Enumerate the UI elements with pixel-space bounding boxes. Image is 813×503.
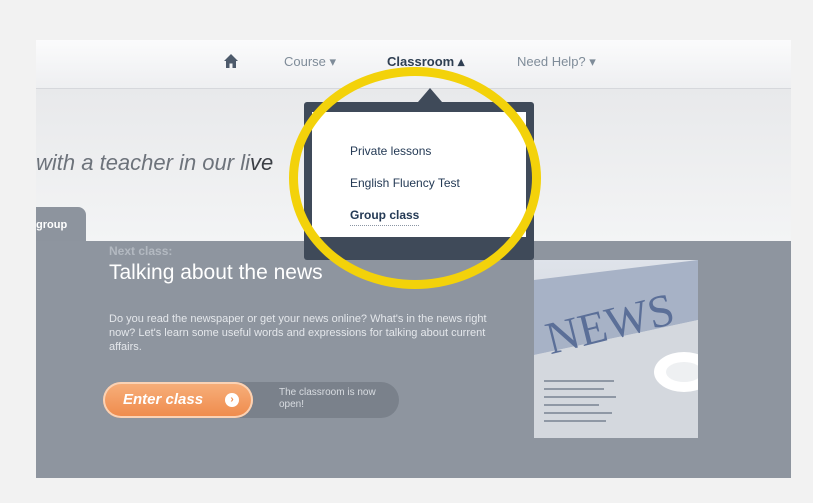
chevron-up-icon: ▴ xyxy=(457,54,465,69)
home-icon[interactable] xyxy=(223,53,239,69)
hero-text-overlap: ve xyxy=(250,150,274,175)
enter-class-label: Enter class xyxy=(123,391,204,408)
next-class-label: Next class: xyxy=(109,244,173,258)
nav-course[interactable]: Course ▾ xyxy=(284,40,336,88)
enter-class-group: Enter class › The classroom is now open! xyxy=(103,382,399,418)
class-description: Do you read the newspaper or get your ne… xyxy=(109,313,487,353)
class-title: Talking about the news xyxy=(109,261,323,284)
highlight-circle xyxy=(289,67,541,289)
enter-class-button[interactable]: Enter class › xyxy=(103,382,253,418)
chevron-right-circle-icon: › xyxy=(225,393,239,407)
chevron-down-icon: ▾ xyxy=(589,54,596,69)
nav-course-label: Course xyxy=(284,54,326,69)
hero-text: with a teacher in our live xyxy=(36,150,273,176)
classroom-status: The classroom is now open! xyxy=(279,387,376,410)
tab-group[interactable]: group xyxy=(36,207,86,243)
chevron-down-icon: ▾ xyxy=(329,54,337,69)
nav-need-help[interactable]: Need Help? ▾ xyxy=(517,40,596,88)
hero-text-main: with a teacher in our li xyxy=(36,150,250,175)
nav-need-help-label: Need Help? xyxy=(517,54,586,69)
news-image: NEWS xyxy=(534,260,698,438)
